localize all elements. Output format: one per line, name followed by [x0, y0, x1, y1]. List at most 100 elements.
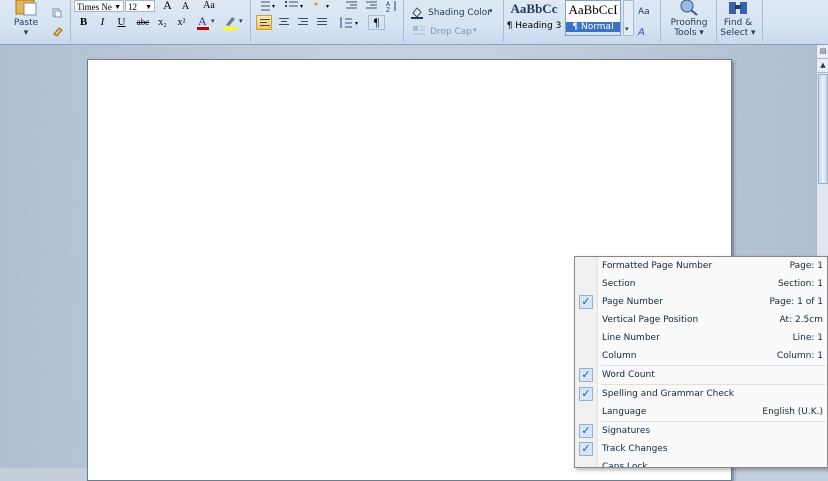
menu-item-track-changes[interactable]: ✓ Track Changes — [575, 441, 827, 459]
shading-color-label: Shading Color — [428, 8, 491, 18]
style-normal[interactable]: AaBbCcI ¶ Normal — [565, 0, 621, 36]
change-styles-icon[interactable]: Aa — [637, 4, 651, 18]
strikethrough-button[interactable]: abc — [133, 15, 153, 30]
styles-launcher-icon[interactable]: A — [637, 24, 651, 38]
menu-item-label: Word Count — [602, 370, 655, 380]
menu-item-caps-lock[interactable]: Caps Lock — [575, 459, 827, 467]
menu-item-signatures[interactable]: ✓ Signatures — [575, 423, 827, 441]
svg-text:A: A — [637, 27, 645, 38]
justify-button[interactable] — [314, 15, 330, 30]
svg-text:▾: ▾ — [355, 20, 358, 27]
chevron-down-icon: ▼ — [145, 3, 152, 11]
menu-item-language[interactable]: Language English (U.K.) — [575, 404, 827, 422]
underline-button[interactable]: U — [114, 15, 129, 30]
menu-item-vertical-page-position[interactable]: Vertical Page Position At: 2.5cm — [575, 312, 827, 330]
align-center-button[interactable] — [276, 15, 292, 30]
ribbon: Paste ▾ Times Ne ▼ 12 ▼ A A Aa B I U abc… — [0, 0, 828, 45]
subscript-button[interactable]: x₂ — [155, 15, 170, 30]
proofing-tools-button[interactable]: Proofing Tools ▾ — [664, 0, 714, 42]
numbering-button[interactable]: ▾ — [256, 0, 278, 11]
menu-item-label: Language — [602, 407, 647, 417]
paste-icon — [15, 0, 37, 16]
superscript-button[interactable]: x² — [174, 15, 189, 30]
svg-text:▾: ▾ — [300, 3, 303, 10]
font-size-value: 12 — [128, 2, 137, 12]
highlight-button[interactable]: ▾ — [222, 15, 246, 31]
style-heading3-name: ¶ Heading 3 — [506, 21, 562, 31]
menu-item-spelling-and-grammar-check[interactable]: ✓ Spelling and Grammar Check — [575, 386, 827, 404]
bold-button[interactable]: B — [76, 15, 91, 30]
multilevel-list-icon: ▾ — [314, 2, 329, 10]
format-painter-icon[interactable] — [52, 25, 64, 37]
menu-item-value: Page: 1 of 1 — [769, 297, 823, 307]
drop-cap-button[interactable]: Drop Cap ▾ — [410, 25, 490, 39]
scroll-up-icon[interactable]: ▲ — [817, 59, 828, 73]
align-center-icon — [279, 18, 289, 27]
copy-icon[interactable] — [52, 8, 62, 18]
style-normal-name: ¶ Normal — [566, 22, 620, 32]
checkmark-icon: ✓ — [579, 368, 593, 382]
increase-indent-icon[interactable] — [364, 0, 379, 11]
show-hide-button[interactable]: ¶ — [368, 15, 385, 30]
proofing-label-line1: Proofing — [670, 18, 708, 28]
menu-item-label: Column — [602, 351, 637, 361]
menu-item-formatted-page-number[interactable]: Formatted Page Number Page: 1 — [575, 258, 827, 276]
style-heading3-sample: AaBbCc — [510, 1, 558, 16]
grow-font-button[interactable]: A — [160, 0, 175, 13]
styles-gallery-scroll[interactable]: ▾ — [623, 0, 634, 36]
proofing-label-line2: Tools ▾ — [674, 28, 704, 38]
italic-button[interactable]: I — [95, 15, 110, 30]
menu-item-label: Spelling and Grammar Check — [602, 389, 735, 399]
line-spacing-button[interactable]: ▾ — [338, 15, 362, 30]
chevron-down-icon: ▾ — [239, 17, 243, 25]
checkmark-icon: ✓ — [579, 295, 593, 309]
style-normal-sample: AaBbCcI — [568, 2, 618, 17]
style-heading3[interactable]: AaBbCc ¶ Heading 3 — [506, 0, 562, 36]
font-size-dropdown[interactable]: 12 ▼ — [125, 0, 155, 12]
numbered-list-icon: ▾ — [261, 1, 275, 11]
menu-item-label: Signatures — [602, 426, 651, 436]
scrollbar-thumb[interactable] — [818, 74, 828, 184]
menu-item-value: Column: 1 — [776, 351, 823, 361]
checkmark-icon: ✓ — [579, 387, 593, 401]
decrease-indent-icon[interactable] — [344, 0, 359, 11]
find-label-line2: Select ▾ — [720, 28, 756, 38]
ruler-toggle-icon[interactable]: ▤ — [817, 45, 828, 59]
align-right-button[interactable] — [295, 15, 311, 30]
menu-item-column[interactable]: Column Column: 1 — [575, 348, 827, 366]
menu-item-section[interactable]: Section Section: 1 — [575, 276, 827, 294]
menu-separator — [601, 421, 825, 422]
chevron-down-icon: ▾ — [211, 17, 215, 25]
menu-item-page-number[interactable]: ✓ Page Number Page: 1 of 1 — [575, 294, 827, 312]
find-select-button[interactable]: Find & Select ▾ — [718, 0, 758, 42]
paste-button[interactable]: Paste ▾ — [6, 0, 46, 42]
justify-icon — [317, 18, 327, 27]
sort-icon[interactable]: AZ — [385, 0, 400, 14]
menu-item-label: Page Number — [602, 297, 663, 307]
shading-color-button[interactable]: Shading Color ▾ — [410, 6, 498, 20]
svg-text:▾: ▾ — [272, 3, 275, 10]
menu-item-line-number[interactable]: Line Number Line: 1 — [575, 330, 827, 348]
svg-text:▾: ▾ — [326, 3, 329, 10]
paste-label: Paste — [13, 18, 39, 28]
shrink-font-button[interactable]: A — [178, 0, 193, 14]
chevron-down-icon: ▾ — [473, 26, 477, 34]
menu-item-label: Formatted Page Number — [602, 261, 713, 271]
align-left-button[interactable] — [256, 15, 272, 30]
menu-item-value: Page: 1 — [789, 261, 823, 271]
menu-item-value: Section: 1 — [777, 279, 823, 289]
font-name-value: Times Ne — [77, 2, 112, 12]
font-color-swatch — [197, 27, 209, 30]
change-case-button[interactable]: Aa — [198, 0, 220, 13]
find-label-line2-text: Select — [720, 28, 749, 38]
bullet-list-icon: ▾ — [284, 0, 303, 10]
menu-item-label: Vertical Page Position — [602, 315, 699, 325]
bullets-button[interactable]: ▾ — [283, 0, 307, 11]
font-color-button[interactable]: A ▾ — [196, 14, 218, 31]
menu-item-word-count[interactable]: ✓ Word Count — [575, 367, 827, 385]
menu-item-value: At: 2.5cm — [779, 315, 823, 325]
find-label-line1: Find & — [723, 18, 753, 28]
font-name-dropdown[interactable]: Times Ne ▼ — [74, 0, 124, 12]
menu-item-value: Line: 1 — [792, 333, 823, 343]
multilevel-list-button[interactable]: ▾ — [311, 0, 335, 11]
